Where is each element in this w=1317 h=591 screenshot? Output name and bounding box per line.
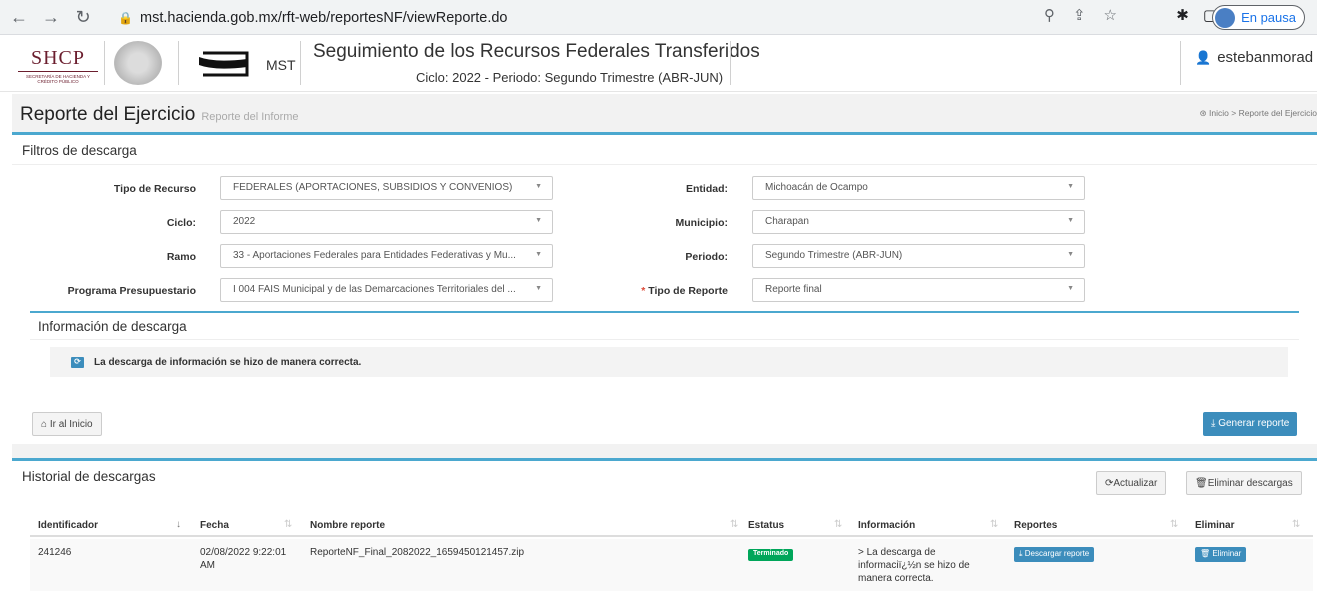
col-fecha[interactable]: Fecha (200, 520, 229, 531)
page-subtitle: Reporte del Informe (201, 111, 299, 123)
national-seal-image (114, 41, 162, 85)
browser-toolbar: ← → ↻ 🔒 mst.hacienda.gob.mx/rft-web/repo… (0, 0, 1317, 35)
cell-nombre-reporte: ReporteNF_Final_2082022_1659450121457.zi… (310, 547, 525, 558)
breadcrumb-current: Reporte del Ejercicio (1238, 108, 1317, 118)
bookmark-star-icon[interactable]: ☆ (1104, 6, 1117, 24)
dashboard-icon: ⊛ (1199, 108, 1207, 118)
breadcrumb: ⊛ Inicio > Reporte del Ejercicio (1199, 108, 1317, 118)
content-wrapper: Reporte del Ejercicio Reporte del Informe… (12, 94, 1317, 591)
profile-avatar (1215, 7, 1236, 28)
sort-icon[interactable]: ⇅ (834, 519, 842, 530)
delete-downloads-button[interactable]: 🗑Eliminar descargas (1186, 471, 1302, 495)
col-identificador[interactable]: Identificador (38, 520, 98, 531)
back-arrow-icon[interactable]: ← (6, 4, 32, 30)
download-info-heading: Información de descarga (30, 313, 1299, 340)
download-info-box: Información de descarga ⟳ La descarga de… (30, 311, 1299, 387)
ciclo-label: Ciclo: (166, 217, 196, 229)
ramo-select[interactable]: 33 - Aportaciones Federales para Entidad… (220, 244, 553, 268)
sort-icon[interactable]: ⇅ (1170, 519, 1178, 530)
chevron-down-icon: ▼ (535, 183, 542, 190)
cell-informacion: > La descarga de informaciï¿½n se hizo d… (858, 547, 970, 584)
app-subtitle: Ciclo: 2022 - Periodo: Segundo Trimestre… (416, 70, 724, 85)
download-report-button[interactable]: ⤓ Descargar reporte (1014, 547, 1095, 562)
success-alert: ⟳ La descarga de información se hizo de … (50, 347, 1288, 377)
chevron-down-icon: ▼ (1067, 251, 1074, 258)
app-header: SHCP SECRETARÍA DE HACIENDA Y CRÉDITO PÚ… (0, 35, 1317, 92)
filters-heading: Filtros de descarga (12, 135, 1317, 165)
tipo-reporte-label: * Tipo de Reporte (641, 285, 728, 297)
home-button[interactable]: ⌂ Ir al Inicio (32, 412, 102, 436)
col-eliminar[interactable]: Eliminar (1195, 520, 1234, 531)
tipo-recurso-label: Tipo de Recurso (113, 183, 196, 195)
content-header: Reporte del Ejercicio Reporte del Informe… (12, 94, 1317, 132)
tipo-reporte-select[interactable]: Reporte final ▼ (752, 278, 1085, 302)
reload-icon[interactable]: ↻ (70, 4, 96, 30)
status-badge: Terminado (748, 549, 794, 561)
shcp-logo: SHCP SECRETARÍA DE HACIENDA Y CRÉDITO PÚ… (18, 47, 98, 84)
tipo-recurso-select[interactable]: FEDERALES (APORTACIONES, SUBSIDIOS Y CON… (220, 176, 553, 200)
mst-logo (199, 51, 249, 77)
chevron-down-icon: ▼ (1067, 217, 1074, 224)
periodo-select[interactable]: Segundo Trimestre (ABR-JUN) ▼ (752, 244, 1085, 268)
sort-icon[interactable]: ⇅ (730, 519, 738, 530)
download-icon: ⤓ (1211, 418, 1216, 429)
username: estebanmorad (1217, 49, 1314, 66)
info-icon: ⟳ (71, 357, 84, 368)
chevron-down-icon: ▼ (535, 217, 542, 224)
table-row: 241246 02/08/2022 9:22:01 AM ReporteNF_F… (30, 539, 1313, 591)
user-icon: 👤 (1195, 50, 1212, 65)
lock-icon: 🔒 (118, 10, 133, 25)
url-text: mst.hacienda.gob.mx/rft-web/reportesNF/v… (140, 9, 508, 26)
refresh-button[interactable]: ⟳Actualizar (1096, 471, 1167, 495)
col-estatus[interactable]: Estatus (748, 520, 784, 531)
user-menu[interactable]: 👤 estebanmorad (1195, 49, 1313, 66)
sort-icon[interactable]: ⇅ (284, 519, 292, 530)
entidad-label: Entidad: (686, 183, 728, 195)
programa-select[interactable]: I 004 FAIS Municipal y de las Demarcacio… (220, 278, 553, 302)
app-title: Seguimiento de los Recursos Federales Tr… (313, 41, 760, 62)
chevron-down-icon: ▼ (535, 285, 542, 292)
cell-identificador: 241246 (38, 547, 72, 558)
municipio-select[interactable]: Charapan ▼ (752, 210, 1085, 234)
chevron-down-icon: ▼ (1067, 183, 1074, 190)
download-icon: ⤓ (1019, 549, 1023, 558)
chevron-down-icon: ▼ (535, 251, 542, 258)
chevron-down-icon: ▼ (1067, 285, 1074, 292)
page-title: Reporte del Ejercicio Reporte del Informe (20, 104, 299, 125)
ramo-label: Ramo (166, 251, 196, 263)
profile-status: En pausa (1241, 10, 1296, 25)
sort-desc-icon[interactable]: ↓ (176, 519, 181, 530)
sort-icon[interactable]: ⇅ (1292, 519, 1300, 530)
trash-icon: 🗑 (1200, 549, 1211, 558)
trash-icon: 🗑 (1195, 478, 1208, 489)
zoom-icon[interactable]: ⚲ (1044, 6, 1055, 24)
home-icon: ⌂ (41, 419, 48, 430)
extensions-puzzle-icon[interactable]: ✱ (1176, 6, 1189, 24)
programa-label: Programa Presupuestario (67, 285, 196, 297)
ciclo-select[interactable]: 2022 ▼ (220, 210, 553, 234)
cell-fecha: 02/08/2022 9:22:01 AM (200, 547, 287, 571)
filters-box: Filtros de descarga Tipo de Recurso FEDE… (12, 132, 1317, 444)
history-table-header: Identificador ↓ Fecha ⇅ Nombre reporte ⇅… (30, 512, 1313, 537)
col-reportes[interactable]: Reportes (1014, 520, 1057, 531)
periodo-label: Periodo: (685, 251, 728, 263)
profile-button[interactable]: En pausa (1212, 5, 1305, 30)
generate-report-button[interactable]: ⤓ Generar reporte (1203, 412, 1298, 436)
col-informacion[interactable]: Información (858, 520, 915, 531)
sort-icon[interactable]: ⇅ (990, 519, 998, 530)
delete-row-button[interactable]: 🗑 Eliminar (1195, 547, 1247, 562)
address-bar[interactable]: 🔒 mst.hacienda.gob.mx/rft-web/reportesNF… (110, 4, 1110, 31)
breadcrumb-home[interactable]: Inicio (1209, 108, 1229, 118)
share-icon[interactable]: ⇪ (1073, 6, 1086, 24)
municipio-label: Municipio: (675, 217, 729, 229)
history-heading: Historial de descargas (22, 469, 156, 484)
mst-label: MST (266, 57, 296, 73)
entidad-select[interactable]: Michoacán de Ocampo ▼ (752, 176, 1085, 200)
col-nombre-reporte[interactable]: Nombre reporte (310, 520, 385, 531)
forward-arrow-icon[interactable]: → (38, 4, 64, 30)
